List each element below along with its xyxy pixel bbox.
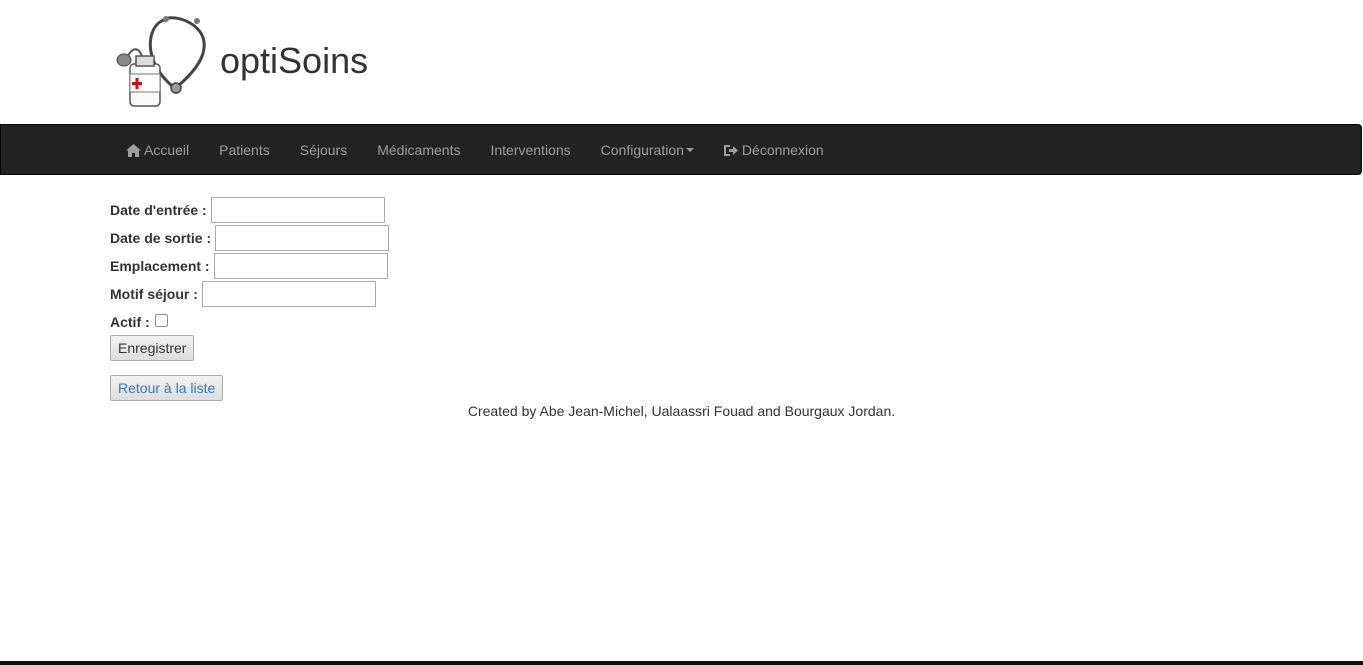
nav-item-sejours[interactable]: Séjours <box>285 125 362 175</box>
home-icon <box>126 143 141 157</box>
nav-item-label: Accueil <box>144 142 190 158</box>
nav-item-accueil[interactable]: Accueil <box>111 125 204 175</box>
date-sortie-input[interactable] <box>215 225 390 251</box>
nav-item-label: Déconnexion <box>741 142 824 158</box>
actif-label: Actif : <box>110 314 150 330</box>
nav-item-label: Patients <box>219 142 270 158</box>
form-row-actif: Actif : <box>110 308 389 336</box>
date-entree-input[interactable] <box>210 197 385 223</box>
nav-item-label: Interventions <box>490 142 571 158</box>
emplacement-input[interactable] <box>213 253 388 279</box>
motif-sejour-label: Motif séjour : <box>110 286 198 302</box>
page-header: optiSoins <box>0 0 1363 124</box>
back-to-list-link[interactable]: Retour à la liste <box>110 375 224 401</box>
footer-credits: Created by Abe Jean-Michel, Ualaassri Fo… <box>467 403 896 419</box>
nav-item-label: Médicaments <box>377 142 461 158</box>
form-row-date-entree: Date d'entrée : <box>110 196 389 224</box>
nav-list: Accueil Patients Séjours Médicaments Int… <box>111 125 839 175</box>
nav-item-medicaments[interactable]: Médicaments <box>362 125 475 175</box>
save-button[interactable]: Enregistrer <box>110 335 195 361</box>
sejour-form: Date d'entrée : Date de sortie : Emplace… <box>110 196 390 336</box>
nav-item-label: Configuration <box>600 142 684 158</box>
form-row-emplacement: Emplacement : <box>110 252 389 280</box>
date-sortie-label: Date de sortie : <box>110 230 212 246</box>
logout-icon <box>723 144 738 156</box>
caret-down-icon <box>685 148 694 152</box>
nav-item-label: Séjours <box>299 142 348 158</box>
emplacement-label: Emplacement : <box>110 258 210 274</box>
taskbar-edge <box>0 661 1363 665</box>
form-row-date-sortie: Date de sortie : <box>110 224 390 252</box>
nav-item-interventions[interactable]: Interventions <box>475 125 585 175</box>
brand-title: optiSoins <box>220 40 369 81</box>
date-entree-label: Date d'entrée : <box>110 202 207 218</box>
nav-item-deconnexion[interactable]: Déconnexion <box>709 125 839 175</box>
form-row-motif: Motif séjour : <box>110 280 389 308</box>
nav-item-patients[interactable]: Patients <box>204 125 285 175</box>
main-navbar: Accueil Patients Séjours Médicaments Int… <box>0 124 1362 175</box>
stethoscope-medicine-bottle-icon <box>116 16 206 107</box>
nav-item-configuration[interactable]: Configuration <box>586 125 709 175</box>
motif-sejour-input[interactable] <box>201 281 376 307</box>
actif-checkbox[interactable] <box>154 314 168 327</box>
